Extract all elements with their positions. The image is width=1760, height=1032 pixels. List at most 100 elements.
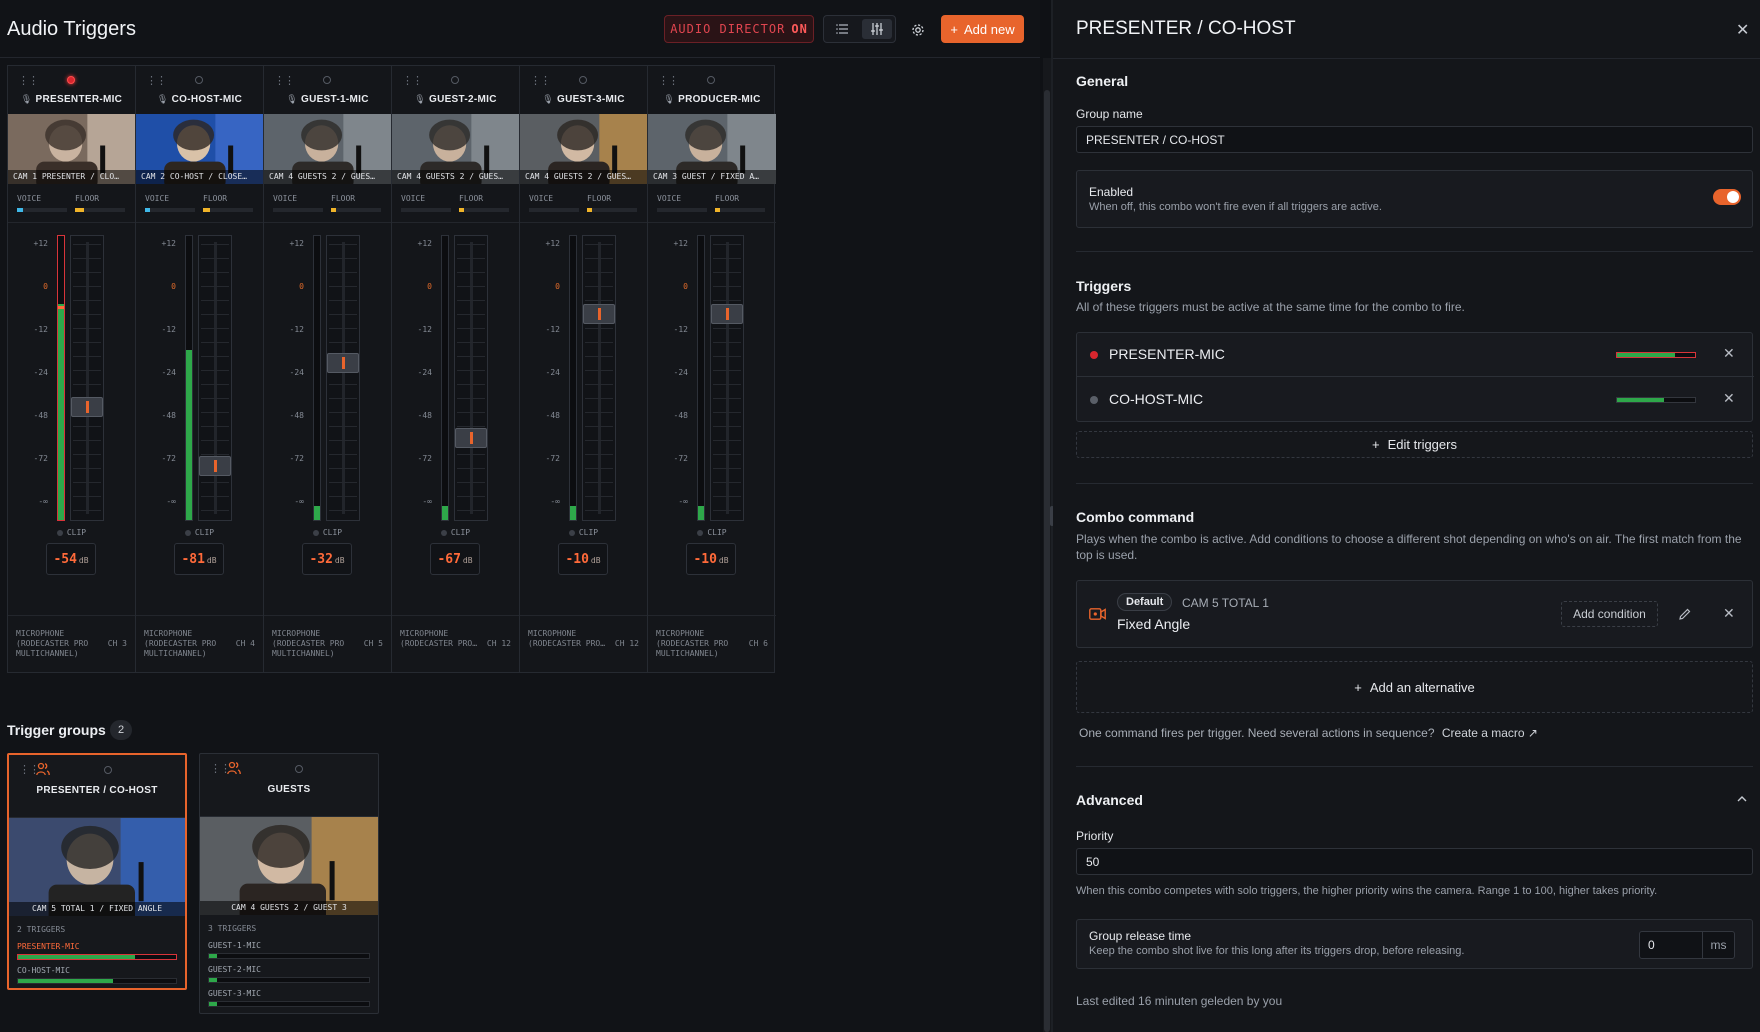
db-readout[interactable]: -32 dB xyxy=(302,543,352,575)
camera-thumbnail[interactable]: CAM 4 GUESTS 2 / GUES… xyxy=(392,114,519,184)
fader-tick xyxy=(329,482,357,483)
scale-tick: -12 xyxy=(161,325,176,334)
fader-tick xyxy=(457,398,485,399)
scale-tick: -∞ xyxy=(294,497,304,506)
remove-command-icon[interactable]: ✕ xyxy=(1723,605,1735,622)
close-icon[interactable]: ✕ xyxy=(1736,20,1749,40)
fader-knob[interactable] xyxy=(711,303,743,324)
db-unit: dB xyxy=(206,556,217,565)
fader-tick xyxy=(201,286,229,287)
group-trigger-name: GUEST-2-MIC xyxy=(208,965,261,974)
floor-label: FLOOR xyxy=(75,194,100,203)
chevron-up-icon[interactable] xyxy=(1737,796,1747,802)
volume-fader[interactable] xyxy=(70,235,104,521)
list-icon xyxy=(836,24,849,34)
drag-handle-icon[interactable]: ⋮⋮ xyxy=(402,74,423,87)
fader-knob[interactable] xyxy=(583,303,615,324)
remove-trigger-icon[interactable]: ✕ xyxy=(1723,345,1735,362)
group-camera-caption: CAM 4 GUESTS 2 / GUEST 3 xyxy=(200,901,378,915)
fader-tick xyxy=(713,300,741,301)
db-readout[interactable]: -10 dB xyxy=(558,543,608,575)
channel-name-text: PRESENTER-MIC xyxy=(35,94,123,105)
camera-thumbnail[interactable]: CAM 2 CO-HOST / CLOSE… xyxy=(136,114,263,184)
db-readout[interactable]: -81 dB xyxy=(174,543,224,575)
fader-tick xyxy=(585,454,613,455)
floor-label: FLOOR xyxy=(587,194,612,203)
voice-floor-meters: VOICE FLOOR xyxy=(8,184,135,222)
db-readout[interactable]: -54 dB xyxy=(46,543,96,575)
remove-trigger-icon[interactable]: ✕ xyxy=(1723,390,1735,407)
scale-tick: +12 xyxy=(289,239,304,248)
drag-handle-icon[interactable]: ⋮⋮ xyxy=(530,74,551,87)
add-condition-button[interactable]: Add condition xyxy=(1561,601,1658,627)
trigger-group-card[interactable]: ⋮⋮ PRESENTER / CO-HOST CAM 5 TOTAL 1 / FI… xyxy=(7,753,187,990)
db-readout[interactable]: -67 dB xyxy=(430,543,480,575)
channel-strip: ⋮⋮ 🎙︎ PRODUCER-MIC CAM 3 GUEST / FIXED A… V… xyxy=(648,66,776,672)
camera-thumbnail[interactable]: CAM 4 GUESTS 2 / GUES… xyxy=(264,114,391,184)
camera-thumbnail[interactable]: CAM 4 GUESTS 2 / GUES… xyxy=(520,114,647,184)
fader-tick xyxy=(329,328,357,329)
mic-icon: 🎙︎ xyxy=(156,94,169,104)
volume-fader[interactable] xyxy=(454,235,488,521)
list-view-button[interactable] xyxy=(827,19,858,39)
fader-tick xyxy=(457,286,485,287)
voice-label: VOICE xyxy=(17,194,42,203)
volume-fader[interactable] xyxy=(198,235,232,521)
meter-level xyxy=(58,304,64,520)
fader-knob[interactable] xyxy=(455,427,487,448)
priority-input[interactable]: 50 xyxy=(1076,848,1753,875)
fader-knob[interactable] xyxy=(71,396,103,417)
scale-tick: -12 xyxy=(33,325,48,334)
scrollbar-thumb[interactable] xyxy=(1044,90,1050,1032)
group-activity-led xyxy=(295,765,303,773)
volume-fader[interactable] xyxy=(582,235,616,521)
db-readout[interactable]: -10 dB xyxy=(686,543,736,575)
drag-handle-icon[interactable]: ⋮⋮ xyxy=(146,74,167,87)
add-alternative-button[interactable]: + Add an alternative xyxy=(1076,661,1753,713)
triggers-description: All of these triggers must be active at … xyxy=(1076,300,1465,314)
trigger-level-meter xyxy=(1616,397,1696,403)
mixer-view-button[interactable] xyxy=(861,19,892,39)
scale-tick: -24 xyxy=(161,368,176,377)
volume-fader[interactable] xyxy=(326,235,360,521)
audio-director-toggle[interactable]: AUDIO DIRECTOR ON xyxy=(664,15,814,43)
camera-thumbnail[interactable]: CAM 1 PRESENTER / CLO… xyxy=(8,114,135,184)
volume-fader[interactable] xyxy=(710,235,744,521)
scale-tick: -12 xyxy=(673,325,688,334)
voice-label: VOICE xyxy=(273,194,298,203)
add-new-button[interactable]: + Add new xyxy=(941,15,1024,43)
release-time-input[interactable]: 0 xyxy=(1640,932,1702,958)
drag-handle-icon[interactable]: ⋮⋮ xyxy=(274,74,295,87)
trigger-group-card[interactable]: ⋮⋮ GUESTS CAM 4 GUESTS 2 / GUEST 33 TRIGG… xyxy=(199,753,379,1014)
video-camera-icon xyxy=(1089,608,1106,620)
fader-tick xyxy=(585,496,613,497)
fader-tick xyxy=(201,412,229,413)
pencil-icon[interactable] xyxy=(1679,608,1691,620)
floor-bar xyxy=(331,208,381,212)
fader-tick xyxy=(201,496,229,497)
mic-icon: 🎙︎ xyxy=(286,94,298,104)
channel-name-text: GUEST-2-MIC xyxy=(428,94,497,105)
fader-knob[interactable] xyxy=(199,456,231,477)
channel-footer: MICROPHONE (RODECASTER PRO MULTICHANNEL)… xyxy=(136,615,263,672)
fader-tick xyxy=(457,482,485,483)
settings-button[interactable] xyxy=(906,18,930,42)
voice-label: VOICE xyxy=(145,194,170,203)
edit-triggers-button[interactable]: + Edit triggers xyxy=(1076,431,1753,458)
camera-thumbnail[interactable]: CAM 3 GUEST / FIXED A… xyxy=(648,114,776,184)
channel-name: 🎙︎ PRODUCER-MIC xyxy=(648,94,776,105)
floor-level xyxy=(459,208,464,212)
fader-tick xyxy=(457,300,485,301)
voice-bar xyxy=(273,208,323,212)
drag-handle-icon[interactable]: ⋮⋮ xyxy=(658,74,679,87)
general-section-title: General xyxy=(1076,73,1129,89)
device-name: MICROPHONE (RODECASTER PRO MULTICHANNEL) xyxy=(272,629,345,658)
drag-handle-icon[interactable]: ⋮⋮ xyxy=(18,74,39,87)
enabled-toggle[interactable] xyxy=(1713,189,1741,205)
group-name-input[interactable]: PRESENTER / CO-HOST xyxy=(1076,126,1753,153)
create-macro-link[interactable]: Create a macro ↗ xyxy=(1442,726,1538,740)
fader-area: +12 0 -12 -24 -48 -72 -∞ CLIP -81 dB xyxy=(136,222,263,597)
users-icon xyxy=(36,762,50,776)
group-trigger-count: 2 TRIGGERS xyxy=(17,925,66,934)
fader-knob[interactable] xyxy=(327,352,359,373)
